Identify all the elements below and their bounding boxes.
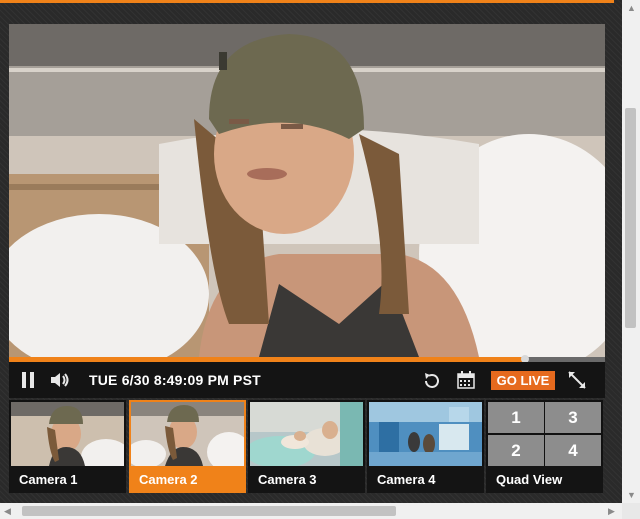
quad-cell-2: 2 [488,435,544,466]
quad-cell-3: 3 [545,402,601,433]
control-bar: TUE 6/30 8:49:09 PM PST GO LIVE [9,362,605,398]
camera-1-thumbnail[interactable]: Camera 1 [9,400,126,493]
camera-4-thumbnail[interactable]: Camera 4 [367,400,484,493]
video-image [9,24,605,357]
top-accent-bar [0,0,614,3]
camera-4-preview [369,402,482,466]
horizontal-scroll-thumb[interactable] [22,506,396,516]
quad-view-label: Quad View [486,466,603,493]
pause-icon[interactable] [21,371,35,394]
horizontal-scrollbar[interactable]: ◀ ▶ [0,503,622,519]
fullscreen-icon[interactable] [567,370,587,395]
go-live-button[interactable]: GO LIVE [491,371,555,390]
quad-cell-1: 1 [488,402,544,433]
video-frame[interactable] [9,24,605,357]
volume-icon[interactable] [49,371,71,394]
vertical-scroll-thumb[interactable] [625,108,636,328]
camera-1-label: Camera 1 [9,466,126,493]
scroll-right-arrow-icon[interactable]: ▶ [608,506,615,517]
camera-2-label: Camera 2 [129,466,246,493]
scroll-up-arrow-icon[interactable]: ▲ [627,3,636,13]
timestamp: TUE 6/30 8:49:09 PM PST [89,372,261,388]
camera-4-label: Camera 4 [367,466,484,493]
calendar-icon[interactable] [457,371,475,394]
camera-2-thumbnail[interactable]: Camera 2 [129,400,246,493]
camera-1-preview [11,402,124,466]
quad-view-grid: 1 3 2 4 [488,402,601,466]
camera-2-preview [131,402,244,466]
camera-3-preview [250,402,363,466]
quad-cell-4: 4 [545,435,601,466]
scrollbar-corner [622,503,640,519]
vertical-scrollbar[interactable]: ▲ ▼ [622,0,640,503]
camera-3-thumbnail[interactable]: Camera 3 [248,400,365,493]
rewind-icon[interactable] [422,371,442,396]
quad-view-thumbnail[interactable]: 1 3 2 4 Quad View [486,400,603,493]
camera-3-label: Camera 3 [248,466,365,493]
camera-selector: Camera 1 Camera 2 Camera 3 Camera 4 1 3 … [9,400,605,493]
scroll-left-arrow-icon[interactable]: ◀ [4,506,11,517]
video-player: TUE 6/30 8:49:09 PM PST GO LIVE Camera 1… [0,0,622,503]
scroll-down-arrow-icon[interactable]: ▼ [627,490,636,500]
